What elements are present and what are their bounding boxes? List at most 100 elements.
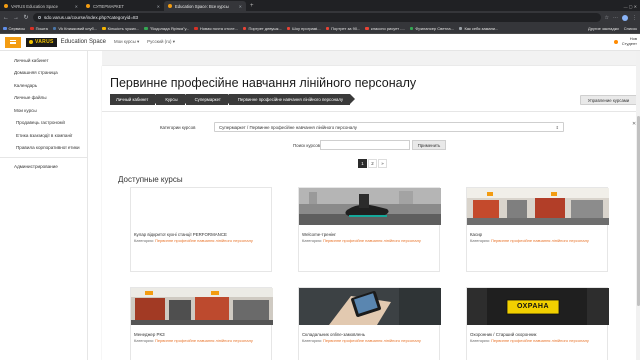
bookmark-item[interactable]: Как себя замани...: [458, 26, 498, 31]
new-tab-button[interactable]: +: [246, 1, 258, 11]
notification-bell-icon[interactable]: [613, 40, 618, 44]
bookmark-icon: [409, 26, 414, 31]
browser-tab[interactable]: VARUS Education Space ✕: [0, 1, 82, 11]
sidebar-item[interactable]: Етика взаємодії в компанії: [0, 129, 87, 142]
page-scrollbar[interactable]: [636, 51, 640, 360]
category-label: Категории курсов: [160, 125, 196, 130]
tab-label: VARUS Education Space: [11, 3, 58, 9]
close-tab-icon[interactable]: ✕: [75, 4, 78, 9]
bookmark-item[interactable]: классно рисует -...: [365, 26, 405, 31]
reload-icon[interactable]: ↻: [23, 14, 29, 21]
browser-tabstrip: VARUS Education Space ✕ СУПЕРМАРКЕТ ✕ Ed…: [0, 0, 640, 11]
star-icon[interactable]: ☆: [605, 15, 609, 21]
close-tab-icon[interactable]: ✕: [239, 4, 242, 9]
menu-icon[interactable]: ⋮: [632, 15, 637, 21]
breadcrumb-item-current: Первинне професійне навчання лінійного п…: [228, 94, 356, 105]
favicon-icon: [86, 4, 90, 8]
course-name[interactable]: Welcome-тренінг: [302, 232, 438, 237]
bookmark-item[interactable]: Новая почта отсле...: [194, 26, 238, 31]
course-card[interactable]: Складальник online-замовлень Категория: …: [298, 287, 441, 360]
bookmark-label: "Водолада Ярінка"у...: [149, 26, 190, 31]
course-search-input[interactable]: [320, 140, 410, 150]
page-2-button[interactable]: 2: [368, 159, 377, 168]
breadcrumb-item[interactable]: Личный кабинет: [110, 94, 161, 105]
logo-text: VARUS: [35, 39, 54, 45]
window-controls[interactable]: — ▢ ✕: [621, 4, 640, 11]
back-icon[interactable]: ←: [3, 15, 9, 21]
bookmark-label: Новая почта отсле...: [199, 26, 238, 31]
store-photo: [131, 288, 273, 325]
breadcrumb-item[interactable]: Супермаркет: [185, 94, 234, 105]
course-name[interactable]: Складальник online-замовлень: [302, 332, 438, 337]
content-gutter: [88, 51, 102, 360]
course-card[interactable]: Менеджер РКЗ Категория: Первинне професі…: [130, 287, 273, 360]
site-name[interactable]: Education Space: [61, 39, 106, 45]
section-title: Доступные курсы: [118, 175, 183, 184]
course-image: [467, 188, 609, 225]
sidebar-item[interactable]: Домашняя страница: [0, 67, 87, 80]
course-category: Категория: Первинне професійне навчання …: [470, 338, 589, 343]
profile-avatar[interactable]: [622, 14, 628, 21]
tab-label: СУПЕРМАРКЕТ: [93, 3, 124, 9]
manage-courses-button[interactable]: Управление курсами: [580, 95, 637, 105]
sidebar-item[interactable]: Правила корпоративної етики: [0, 142, 87, 155]
sidebar-item[interactable]: Календарь: [0, 79, 87, 92]
forward-icon[interactable]: →: [13, 15, 19, 21]
breadcrumb: Личный кабинет Курсы Супермаркет Первинн…: [110, 94, 356, 105]
bookmark-item[interactable]: Кількість чужих...: [102, 26, 139, 31]
sidebar-item-administration[interactable]: Администрирование: [0, 161, 87, 174]
page-1-button[interactable]: 1: [358, 159, 367, 168]
sidebar-item[interactable]: Продавець гастрономії: [0, 117, 87, 130]
my-courses-menu[interactable]: Мои курсы ▾: [114, 39, 139, 45]
course-card[interactable]: Кулар відкритої кухні станції PERFORMANC…: [130, 187, 272, 272]
bookmark-label: Портрет девушк...: [248, 26, 282, 31]
bookmark-item[interactable]: Шоу програмі...: [286, 26, 321, 31]
hamburger-menu-icon[interactable]: [5, 36, 21, 48]
course-image: [299, 288, 441, 325]
bookmark-icon: [286, 26, 291, 31]
bookmark-folder[interactable]: Список: [624, 26, 637, 31]
browser-tab-active[interactable]: Education Space: Все курсы ✕: [164, 1, 246, 11]
bookmark-item[interactable]: Портрет девушк...: [242, 26, 282, 31]
sidebar-item[interactable]: Мои курсы: [0, 104, 87, 117]
bookmark-item[interactable]: Пошта: [30, 26, 48, 31]
sidebar-item[interactable]: Личные файлы: [0, 92, 87, 105]
bookmark-item[interactable]: Сервисы: [3, 26, 25, 31]
category-select[interactable]: Супермаркет / Первинне професійне навчан…: [214, 122, 564, 132]
course-category: Категория: Первинне професійне навчання …: [134, 238, 253, 243]
breadcrumb-item[interactable]: Курсы: [156, 94, 190, 105]
bookmark-icon: [102, 26, 106, 31]
course-name[interactable]: Касир: [470, 232, 606, 237]
bookmark-item[interactable]: Vk Книжковий клуб...: [52, 26, 98, 31]
bookmark-folder[interactable]: Другие закладки: [588, 26, 619, 31]
bookmarks-bar: Сервисы Пошта Vk Книжковий клуб... Кількіст…: [0, 24, 640, 34]
varus-logo[interactable]: VARUS: [26, 37, 57, 47]
address-bar[interactable]: sdo.varus.ua/course/index.php?categoryid…: [33, 13, 601, 22]
course-card[interactable]: ОХРАНА Охоронник / Старший охоронник Кат…: [466, 287, 609, 360]
next-page-button[interactable]: »: [378, 159, 387, 168]
bookmark-item[interactable]: Портрет за 90...: [325, 26, 360, 31]
bookmark-item[interactable]: "Водолада Ярінка"у...: [144, 26, 189, 31]
course-name[interactable]: Кулар відкритої кухні станції PERFORMANC…: [134, 232, 270, 237]
page-title: Первинне професійне навчання лінійного п…: [110, 76, 417, 90]
course-name[interactable]: Охоронник / Старший охоронник: [470, 332, 606, 337]
course-name[interactable]: Менеджер РКЗ: [134, 332, 270, 337]
url-text: sdo.varus.ua/course/index.php?categoryid…: [44, 15, 139, 20]
language-menu[interactable]: Русский (ru) ▾: [147, 39, 175, 45]
bookmark-icon: [30, 26, 34, 31]
lock-icon: [38, 16, 41, 19]
bookmark-item[interactable]: Фрилансер Светла...: [409, 26, 454, 31]
bookmark-label: Vk Книжковий клуб...: [58, 26, 98, 31]
scrollbar-thumb[interactable]: [636, 116, 640, 306]
sidebar-item[interactable]: Личный кабинет: [0, 54, 87, 67]
course-card[interactable]: Welcome-тренінг Категория: Первинне проф…: [298, 187, 441, 272]
bookmark-icon: [194, 26, 198, 31]
user-menu[interactable]: Нов Студент: [622, 37, 637, 46]
browser-tab[interactable]: СУПЕРМАРКЕТ ✕: [82, 1, 164, 11]
close-tab-icon[interactable]: ✕: [157, 4, 160, 9]
extensions-icon[interactable]: ⋯: [613, 15, 618, 21]
category-select-value: Супермаркет / Первинне професійне навчан…: [219, 124, 357, 130]
apply-button[interactable]: Применить: [412, 140, 446, 150]
shoe-photo: [299, 188, 441, 225]
course-card[interactable]: Касир Категория: Первинне професійне нав…: [466, 187, 609, 272]
